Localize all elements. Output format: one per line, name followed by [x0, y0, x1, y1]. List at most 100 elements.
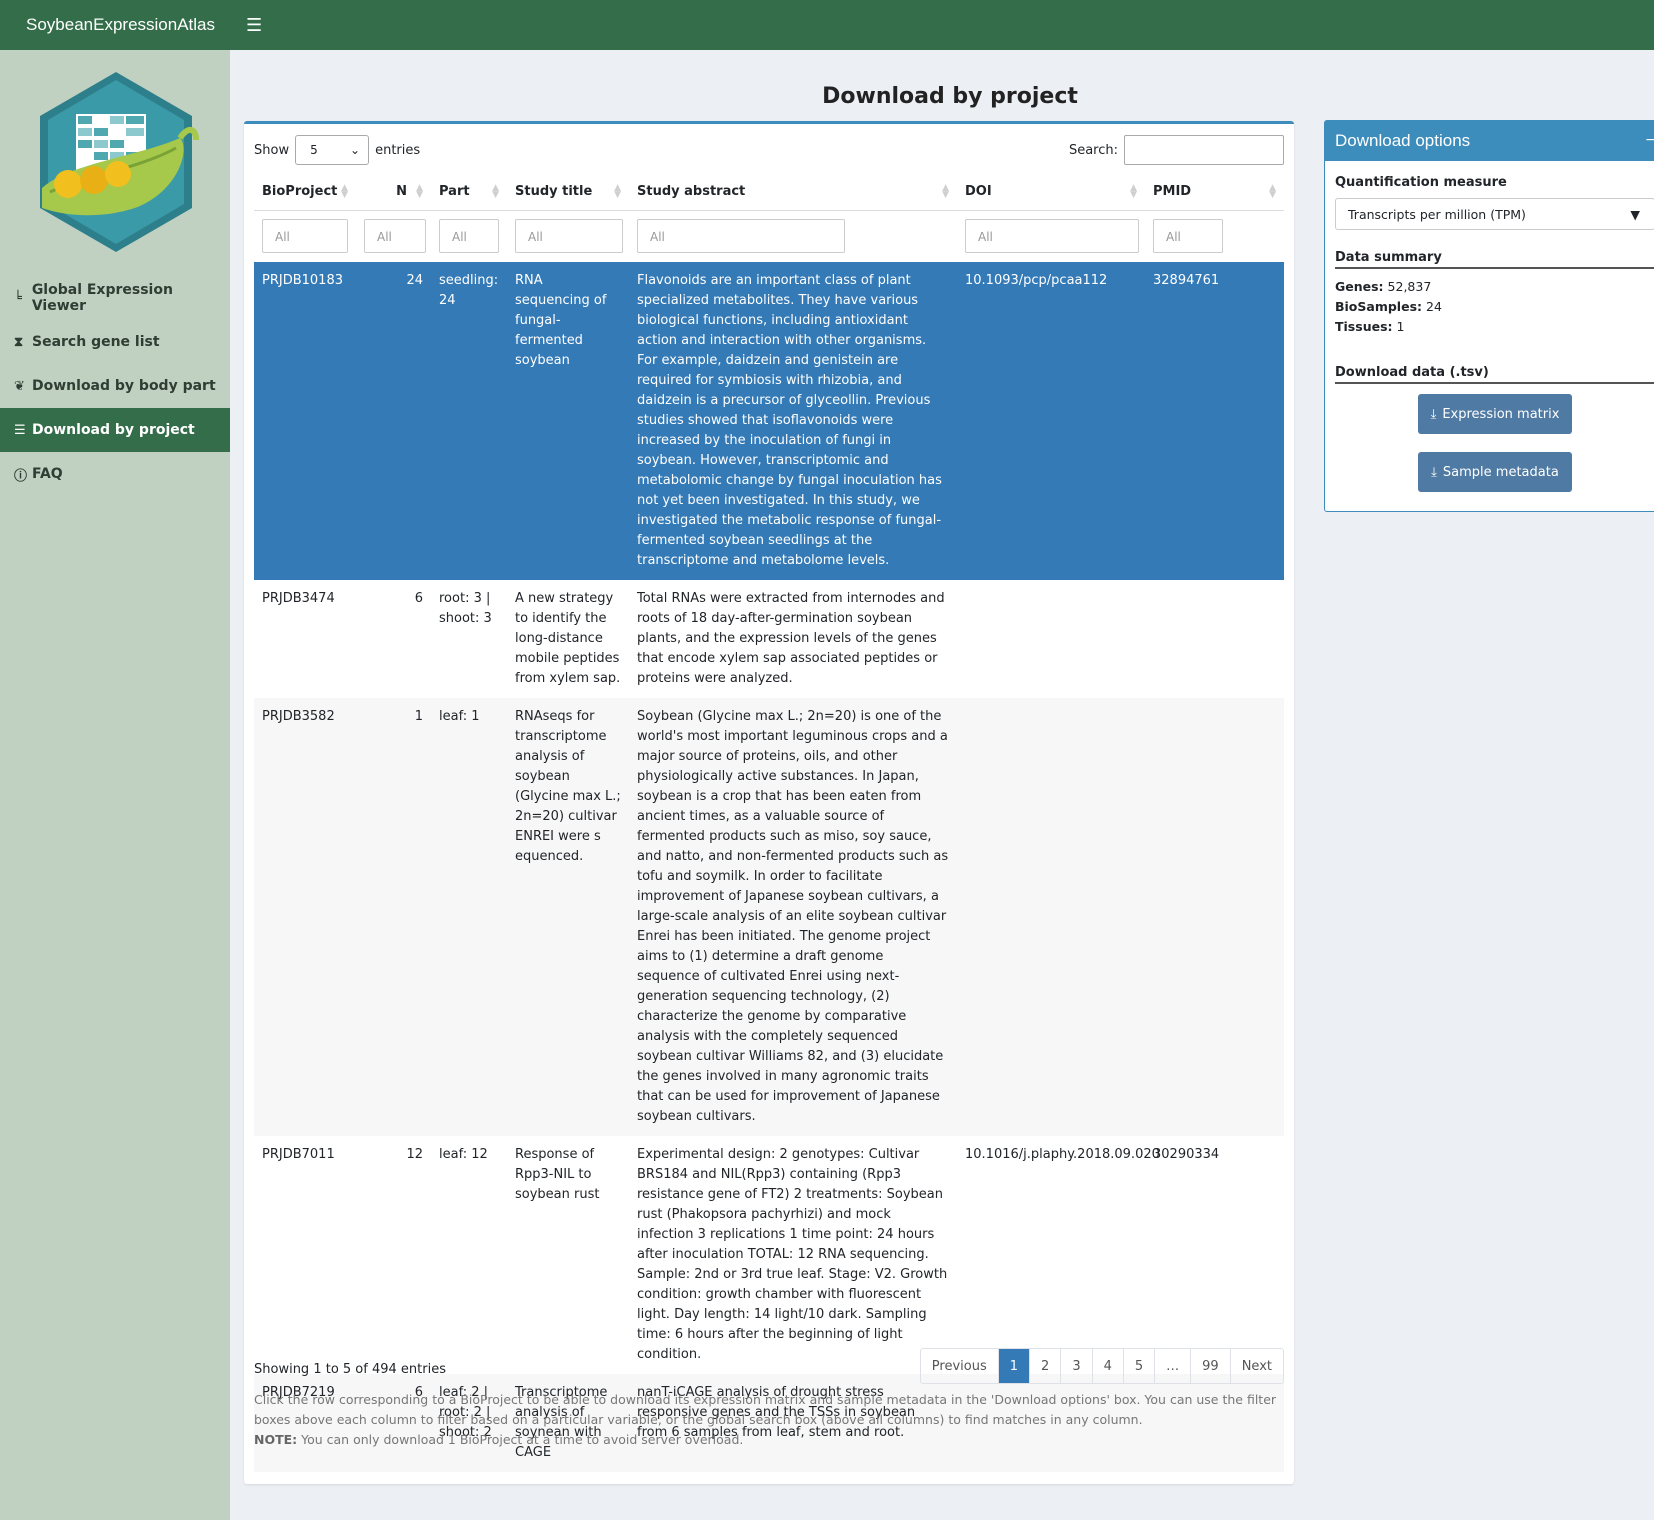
table-controls: Show 5 ⌄ entries Search: [254, 134, 1284, 166]
quantification-measure-select[interactable]: Transcripts per million (TPM) ▼ [1335, 198, 1654, 230]
search-label: Search: [1068, 142, 1118, 158]
cell-study-abstract: Experimental design: 2 genotypes: Cultiv… [637, 1147, 948, 1362]
column-header-part[interactable]: Part ▲ ▼ [431, 174, 507, 211]
data-summary: Genes: 52,837 BioSamples: 24 Tissues: 1 [1335, 277, 1654, 337]
cell-part: root: 3 | shoot: 3 [439, 591, 492, 626]
download-icon: ⤓ [1430, 406, 1437, 422]
genes-stat: Genes: 52,837 [1335, 279, 1432, 294]
download-data-title: Download data (.tsv) [1335, 365, 1654, 384]
cell-bioproject: PRJDB3582 [262, 709, 335, 724]
column-header-study-abstract[interactable]: Study abstract ▲ ▼ [629, 174, 957, 211]
show-label: Show [254, 142, 290, 158]
column-header-pmid[interactable]: PMID ▲ ▼ [1145, 174, 1284, 211]
table-row[interactable]: PRJDB3582 1 leaf: 1 RNAseqs for transcri… [254, 698, 1284, 1136]
cell-n: 1 [414, 709, 423, 724]
pagination-page-99[interactable]: 99 [1190, 1349, 1230, 1383]
filter-input-doi[interactable]: All [965, 219, 1139, 254]
table-row[interactable]: PRJDB7011 12 leaf: 12 Response of Rpp3-N… [254, 1136, 1284, 1374]
sidebar-item-faq[interactable]: ⓘ FAQ [0, 452, 230, 496]
column-header-n[interactable]: N ▲ ▼ [356, 174, 431, 211]
sidebar-item-search-gene-list[interactable]: ⧗ Search gene list [0, 320, 230, 364]
sidebar-item-label: Search gene list [32, 334, 160, 350]
cell-study-abstract: Soybean (Glycine max L.; 2n=20) is one o… [637, 709, 949, 1124]
pagination-previous[interactable]: Previous [921, 1349, 998, 1383]
sample-metadata-button[interactable]: ⤓ Sample metadata [1418, 452, 1572, 492]
download-options-body: Quantification measure Transcripts per m… [1325, 161, 1654, 502]
cell-doi: 10.1016/j.plaphy.2018.09.020 [965, 1147, 1160, 1162]
search-input[interactable] [1124, 135, 1284, 165]
sample-metadata-label: Sample metadata [1442, 464, 1559, 480]
projects-table-card: Show 5 ⌄ entries Search: BioProject▲▼ [244, 121, 1294, 1484]
cell-doi: 10.1093/pcp/pcaa112 [965, 273, 1108, 288]
projects-table: BioProject ▲ ▼ N ▲ ▼ Part ▲ ▼ Study title ▲ ▼ St… [254, 174, 1284, 1472]
brand-title[interactable]: SoybeanExpressionAtlas [0, 15, 230, 35]
table-info: Showing 1 to 5 of 494 entries [254, 1362, 446, 1377]
content-area: Download by project Show 5 ⌄ entries Sea… [230, 50, 1654, 1520]
cell-n: 24 [406, 273, 423, 288]
cell-n: 6 [414, 591, 423, 606]
pagination-next[interactable]: Next [1229, 1349, 1283, 1383]
filter-row: All All All All All All All [254, 210, 1284, 262]
sidebar-item-download-by-project[interactable]: ☰ Download by project [0, 408, 230, 452]
expression-matrix-button[interactable]: ⤓ Expression matrix [1418, 394, 1572, 434]
collapse-icon[interactable]: − [1646, 132, 1654, 150]
question-circle-icon: ⓘ [14, 468, 28, 484]
pagination: Previous 1 2 3 4 5 … 99 Next [919, 1348, 1284, 1384]
sort-icon: ▲ ▼ [942, 183, 949, 200]
sort-icon: ▲ ▼ [341, 183, 348, 200]
cell-part: leaf: 12 [439, 1147, 488, 1162]
page-title: Download by project [822, 84, 1078, 109]
pagination-page-5[interactable]: 5 [1122, 1349, 1154, 1383]
cell-pmid: 30290334 [1153, 1147, 1220, 1162]
sidebar-item-label: Download by body part [32, 378, 216, 394]
table-row[interactable]: PRJDB3474 6 root: 3 | shoot: 3 A new str… [254, 580, 1284, 698]
header-row: BioProject ▲ ▼ N ▲ ▼ Part ▲ ▼ Study title ▲ ▼ St… [254, 174, 1284, 211]
top-navbar: SoybeanExpressionAtlas ☰ [0, 0, 1654, 50]
cell-n: 12 [406, 1147, 423, 1162]
pagination-page-4[interactable]: 4 [1091, 1349, 1123, 1383]
note-strong: NOTE: [254, 1432, 298, 1447]
column-header-doi[interactable]: DOI ▲ ▼ [957, 174, 1145, 211]
tissues-stat: Tissues: 1 [1335, 319, 1405, 334]
table-row-selected[interactable]: PRJDB10183 24 seedling: 24 RNA sequencin… [254, 262, 1284, 580]
download-buttons: ⤓ Expression matrix ⤓ Sample metadata [1335, 394, 1654, 492]
sidebar-item-download-by-body-part[interactable]: ❦ Download by body part [0, 364, 230, 408]
sort-icon: ▲ ▼ [1130, 183, 1137, 200]
page-length-value: 5 [310, 143, 318, 157]
quantification-measure-value: Transcripts per million (TPM) [1348, 206, 1526, 222]
column-header-study-title[interactable]: Study title ▲ ▼ [507, 174, 629, 211]
chevron-down-icon: ⌄ [350, 143, 361, 157]
quantification-measure-label: Quantification measure [1335, 175, 1507, 190]
note-rest: You can only download 1 BioProject at a … [297, 1432, 744, 1447]
filter-input-bioproject[interactable]: All [262, 219, 348, 254]
filter-input-study-abstract[interactable]: All [637, 219, 845, 254]
download-options-box: Download options − Quantification measur… [1324, 120, 1654, 512]
list-check-icon: ☰ [14, 422, 26, 438]
filter-input-study-title[interactable]: All [515, 219, 623, 254]
pagination-page-3[interactable]: 3 [1060, 1349, 1091, 1383]
filter-input-pmid[interactable]: All [1153, 219, 1223, 254]
cell-part: seedling: 24 [439, 273, 499, 308]
bar-chart-icon: ╘ [14, 290, 22, 306]
sidebar-nav: ╘ Global Expression Viewer ⧗ Search gene… [0, 276, 230, 496]
filter-input-n[interactable]: All [364, 219, 426, 254]
pagination-page-2[interactable]: 2 [1029, 1349, 1060, 1383]
page-length-select[interactable]: 5 ⌄ [295, 135, 370, 165]
caret-down-icon: ▼ [1630, 206, 1640, 222]
cell-pmid [1145, 698, 1284, 1136]
cell-bioproject: PRJDB7011 [262, 1147, 335, 1162]
cell-doi [957, 580, 1145, 698]
download-options-title: Download options [1335, 131, 1471, 150]
cell-study-abstract: Total RNAs were extracted from internode… [637, 591, 945, 686]
column-header-bioproject[interactable]: BioProject ▲ ▼ [254, 174, 356, 211]
cell-study-title: A new strategy to identify the long-dist… [515, 591, 621, 686]
global-search: Search: [1069, 135, 1284, 165]
menu-toggle-icon[interactable]: ☰ [246, 15, 262, 36]
cell-pmid [1145, 580, 1284, 698]
download-options-header: Download options − [1325, 121, 1654, 161]
cell-bioproject: PRJDB3474 [262, 591, 335, 606]
sidebar-item-label: FAQ [32, 466, 63, 482]
pagination-page-1[interactable]: 1 [997, 1349, 1030, 1383]
filter-input-part[interactable]: All [439, 219, 499, 254]
sidebar-item-global-expression-viewer[interactable]: ╘ Global Expression Viewer [0, 276, 230, 320]
